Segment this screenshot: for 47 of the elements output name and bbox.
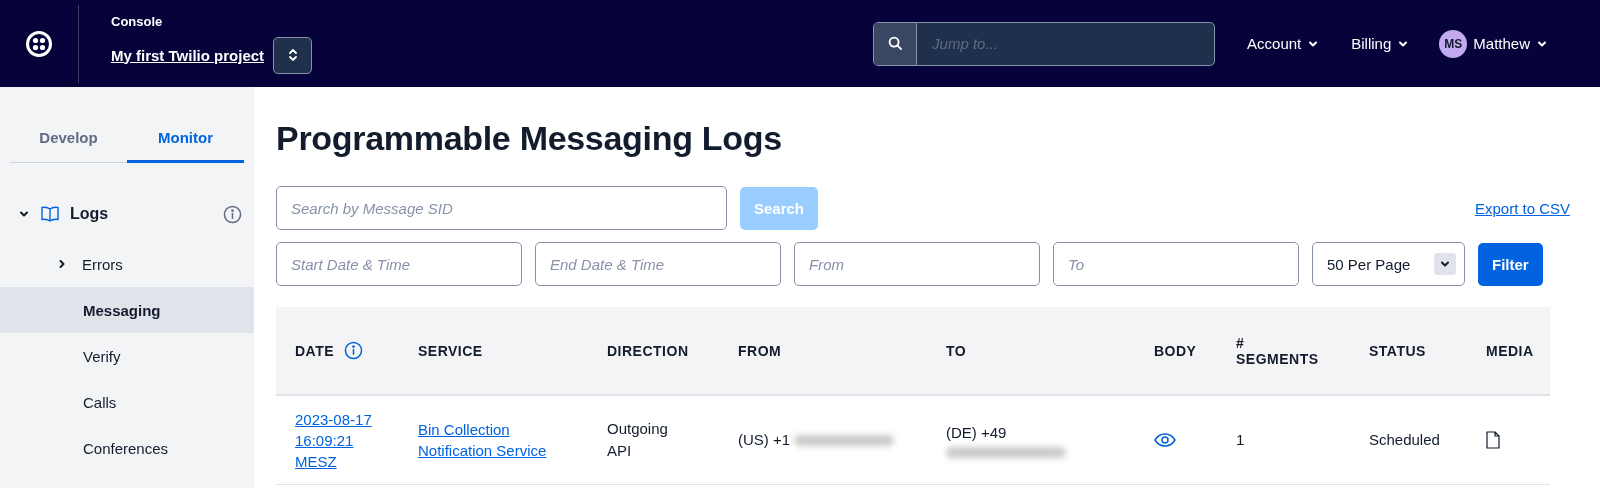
column-header: DIRECTION <box>607 307 738 396</box>
per-page-select[interactable]: 50 Per Page <box>1312 242 1465 286</box>
column-header: FROM <box>738 307 946 396</box>
sidebar-item[interactable]: Verify <box>0 333 254 379</box>
info-icon[interactable] <box>223 204 242 224</box>
column-header: MEDIA <box>1486 307 1550 396</box>
account-menu[interactable]: Account <box>1247 35 1320 52</box>
column-header: DATE <box>276 307 418 396</box>
sidebar-tab[interactable]: Develop <box>10 115 127 163</box>
column-header: BODY <box>1154 307 1236 396</box>
sidebar-item[interactable]: Errors <box>0 241 254 287</box>
project-switcher-button[interactable] <box>273 36 313 74</box>
phone-number: (DE) +49 <box>946 422 1008 443</box>
nav-group-label[interactable]: Logs <box>70 205 213 223</box>
page-title: Programmable Messaging Logs <box>276 119 783 158</box>
logo-icon[interactable] <box>25 29 53 58</box>
direction-text: Outgoing API <box>607 419 669 461</box>
file-icon[interactable] <box>1486 431 1500 449</box>
sidebar-item[interactable]: Calls <box>0 379 254 425</box>
service-link[interactable]: Bin Collection Notification Service <box>418 419 578 461</box>
filter-field[interactable]: Start Date & Time <box>276 242 522 286</box>
info-icon[interactable] <box>344 341 364 360</box>
filter-field[interactable]: From <box>794 242 1040 286</box>
column-header: TO <box>946 307 1154 396</box>
column-header: SERVICE <box>418 307 607 396</box>
up-down-chevron-icon <box>286 47 299 63</box>
console-label: Console <box>111 13 164 29</box>
sidebar-item[interactable]: Messaging <box>0 287 254 333</box>
segments-count: 1 <box>1236 430 1245 451</box>
column-header: # SEGMENTS <box>1236 307 1369 396</box>
account-menu[interactable]: Billing <box>1351 35 1410 52</box>
phone-number: (US) +1 <box>738 430 791 451</box>
export-link[interactable]: Export to CSV <box>1474 199 1570 217</box>
filter-field[interactable]: End Date & Time <box>535 242 781 286</box>
sidebar-item[interactable]: Conferences <box>0 425 254 471</box>
eye-icon[interactable] <box>1154 433 1176 447</box>
date-link[interactable]: 2023-08-17 16:09:21 MESZ <box>295 408 395 472</box>
project-link[interactable]: My first Twilio project <box>111 46 265 64</box>
status-text: Scheduled <box>1369 430 1440 451</box>
filter-field[interactable]: To <box>1053 242 1299 286</box>
column-header: STATUS <box>1369 307 1486 396</box>
filter-button[interactable]: Filter <box>1478 242 1543 286</box>
user-menu[interactable]: MS Matthew <box>1439 29 1548 58</box>
sidebar-tab[interactable]: Monitor <box>127 115 244 163</box>
avatar: MS <box>1439 29 1468 58</box>
search-icon <box>887 36 903 51</box>
book-icon <box>40 205 60 223</box>
